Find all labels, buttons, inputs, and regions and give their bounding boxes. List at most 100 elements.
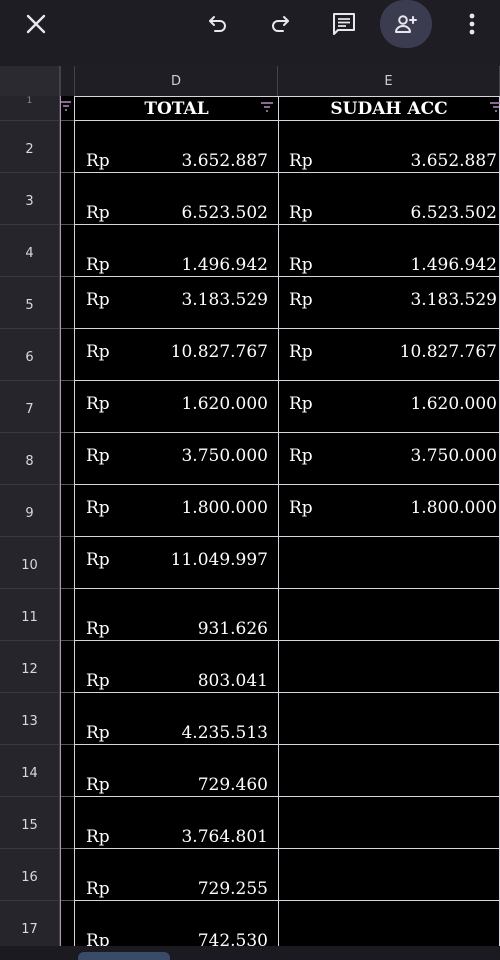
header-cell-sudah-acc[interactable]: SUDAH ACC	[279, 96, 500, 121]
total-cell[interactable]: Rp 3.764.801	[74, 797, 279, 849]
total-cell[interactable]: Rp 4.235.513	[74, 693, 279, 745]
amount-value: 729.255	[197, 879, 268, 899]
amount-value: 3.750.000	[181, 446, 268, 466]
sudah-acc-cell[interactable]: Rp 3.652.887	[279, 121, 500, 173]
cell-c[interactable]	[60, 485, 74, 537]
header-cell-total[interactable]: TOTAL	[74, 96, 279, 121]
row-header-1[interactable]: 1	[0, 96, 60, 121]
row-header[interactable]: 7	[0, 381, 60, 433]
amount-value: 1.800.000	[181, 498, 268, 518]
comment-button[interactable]	[316, 4, 372, 44]
row-header[interactable]: 14	[0, 745, 60, 797]
row-header[interactable]: 10	[0, 537, 60, 589]
sheet-tab[interactable]	[78, 952, 170, 960]
row-header[interactable]: 4	[0, 225, 60, 277]
total-cell[interactable]: Rp 1.800.000	[74, 485, 279, 537]
sudah-acc-cell[interactable]	[279, 745, 500, 797]
redo-button[interactable]	[252, 4, 308, 44]
cell-c[interactable]	[60, 121, 74, 173]
currency-label: Rp	[86, 723, 110, 743]
sudah-acc-cell[interactable]: Rp 3.183.529	[279, 277, 500, 329]
row-header[interactable]: 5	[0, 277, 60, 329]
row-header[interactable]: 12	[0, 641, 60, 693]
total-cell[interactable]: Rp 3.652.887	[74, 121, 279, 173]
total-cell[interactable]: Rp 6.523.502	[74, 173, 279, 225]
total-cell[interactable]: Rp 931.626	[74, 589, 279, 641]
filter-icon[interactable]	[260, 102, 274, 112]
share-button[interactable]	[380, 0, 432, 48]
row-header[interactable]: 16	[0, 849, 60, 901]
filter-icon[interactable]	[489, 102, 500, 112]
sudah-acc-cell[interactable]	[279, 537, 500, 589]
sudah-acc-cell[interactable]	[279, 641, 500, 693]
row-header[interactable]: 13	[0, 693, 60, 745]
amount-value: 1.620.000	[181, 394, 268, 414]
undo-button[interactable]	[190, 4, 246, 44]
sudah-acc-cell[interactable]: Rp 1.496.942	[279, 225, 500, 277]
total-cell[interactable]: Rp 803.041	[74, 641, 279, 693]
cell-c[interactable]	[60, 693, 74, 745]
cell-c[interactable]	[60, 641, 74, 693]
cell-c[interactable]	[60, 589, 74, 641]
cell-c[interactable]	[60, 901, 74, 946]
cell-c[interactable]	[60, 433, 74, 485]
cell-c[interactable]	[60, 173, 74, 225]
sudah-acc-cell[interactable]	[279, 797, 500, 849]
sudah-acc-cell[interactable]	[279, 901, 500, 946]
row-header[interactable]: 8	[0, 433, 60, 485]
column-header-e[interactable]: E	[278, 66, 500, 96]
total-cell[interactable]: Rp 742.530	[74, 901, 279, 946]
currency-label: Rp	[86, 498, 110, 518]
cell-c[interactable]	[60, 797, 74, 849]
cell-c[interactable]	[60, 849, 74, 901]
more-vertical-icon	[469, 13, 475, 35]
sudah-acc-cell[interactable]: Rp 1.620.000	[279, 381, 500, 433]
total-cell[interactable]: Rp 11.049.997	[74, 537, 279, 589]
sudah-acc-cell[interactable]	[279, 849, 500, 901]
total-cell[interactable]: Rp 3.183.529	[74, 277, 279, 329]
header-sudah-acc-label: SUDAH ACC	[330, 98, 448, 119]
cell-c[interactable]	[60, 381, 74, 433]
row-header[interactable]: 11	[0, 589, 60, 641]
select-all-corner[interactable]	[0, 66, 60, 96]
sudah-acc-cell[interactable]: Rp 1.800.000	[279, 485, 500, 537]
total-cell[interactable]: Rp 1.620.000	[74, 381, 279, 433]
row-header[interactable]: 2	[0, 121, 60, 173]
amount-value: 4.235.513	[181, 723, 268, 743]
row-header[interactable]: 6	[0, 329, 60, 381]
cell-c[interactable]	[60, 745, 74, 797]
amount-value: 729.460	[197, 775, 268, 795]
sudah-acc-cell[interactable]: Rp 6.523.502	[279, 173, 500, 225]
cell-c1[interactable]	[60, 96, 74, 121]
currency-label: Rp	[86, 290, 110, 310]
column-header-c[interactable]	[60, 66, 74, 96]
more-options-button[interactable]	[444, 4, 500, 44]
currency-label: Rp	[289, 394, 313, 414]
row-header[interactable]: 3	[0, 173, 60, 225]
row-header[interactable]: 15	[0, 797, 60, 849]
cell-c[interactable]	[60, 537, 74, 589]
amount-value: 6.523.502	[181, 203, 268, 223]
currency-label: Rp	[86, 342, 110, 362]
column-header-d[interactable]: D	[74, 66, 278, 96]
close-button[interactable]	[8, 4, 64, 44]
filter-icon[interactable]	[60, 101, 72, 111]
sudah-acc-cell[interactable]	[279, 589, 500, 641]
total-cell[interactable]: Rp 3.750.000	[74, 433, 279, 485]
amount-value: 3.183.529	[410, 290, 497, 310]
sudah-acc-cell[interactable]: Rp 10.827.767	[279, 329, 500, 381]
cell-c[interactable]	[60, 225, 74, 277]
cell-c[interactable]	[60, 329, 74, 381]
total-cell[interactable]: Rp 10.827.767	[74, 329, 279, 381]
sudah-acc-cell[interactable]: Rp 3.750.000	[279, 433, 500, 485]
currency-label: Rp	[86, 446, 110, 466]
currency-label: Rp	[289, 255, 313, 275]
amount-value: 1.620.000	[410, 394, 497, 414]
sudah-acc-cell[interactable]	[279, 693, 500, 745]
total-cell[interactable]: Rp 1.496.942	[74, 225, 279, 277]
row-header[interactable]: 17	[0, 901, 60, 946]
total-cell[interactable]: Rp 729.255	[74, 849, 279, 901]
total-cell[interactable]: Rp 729.460	[74, 745, 279, 797]
row-header[interactable]: 9	[0, 485, 60, 537]
cell-c[interactable]	[60, 277, 74, 329]
